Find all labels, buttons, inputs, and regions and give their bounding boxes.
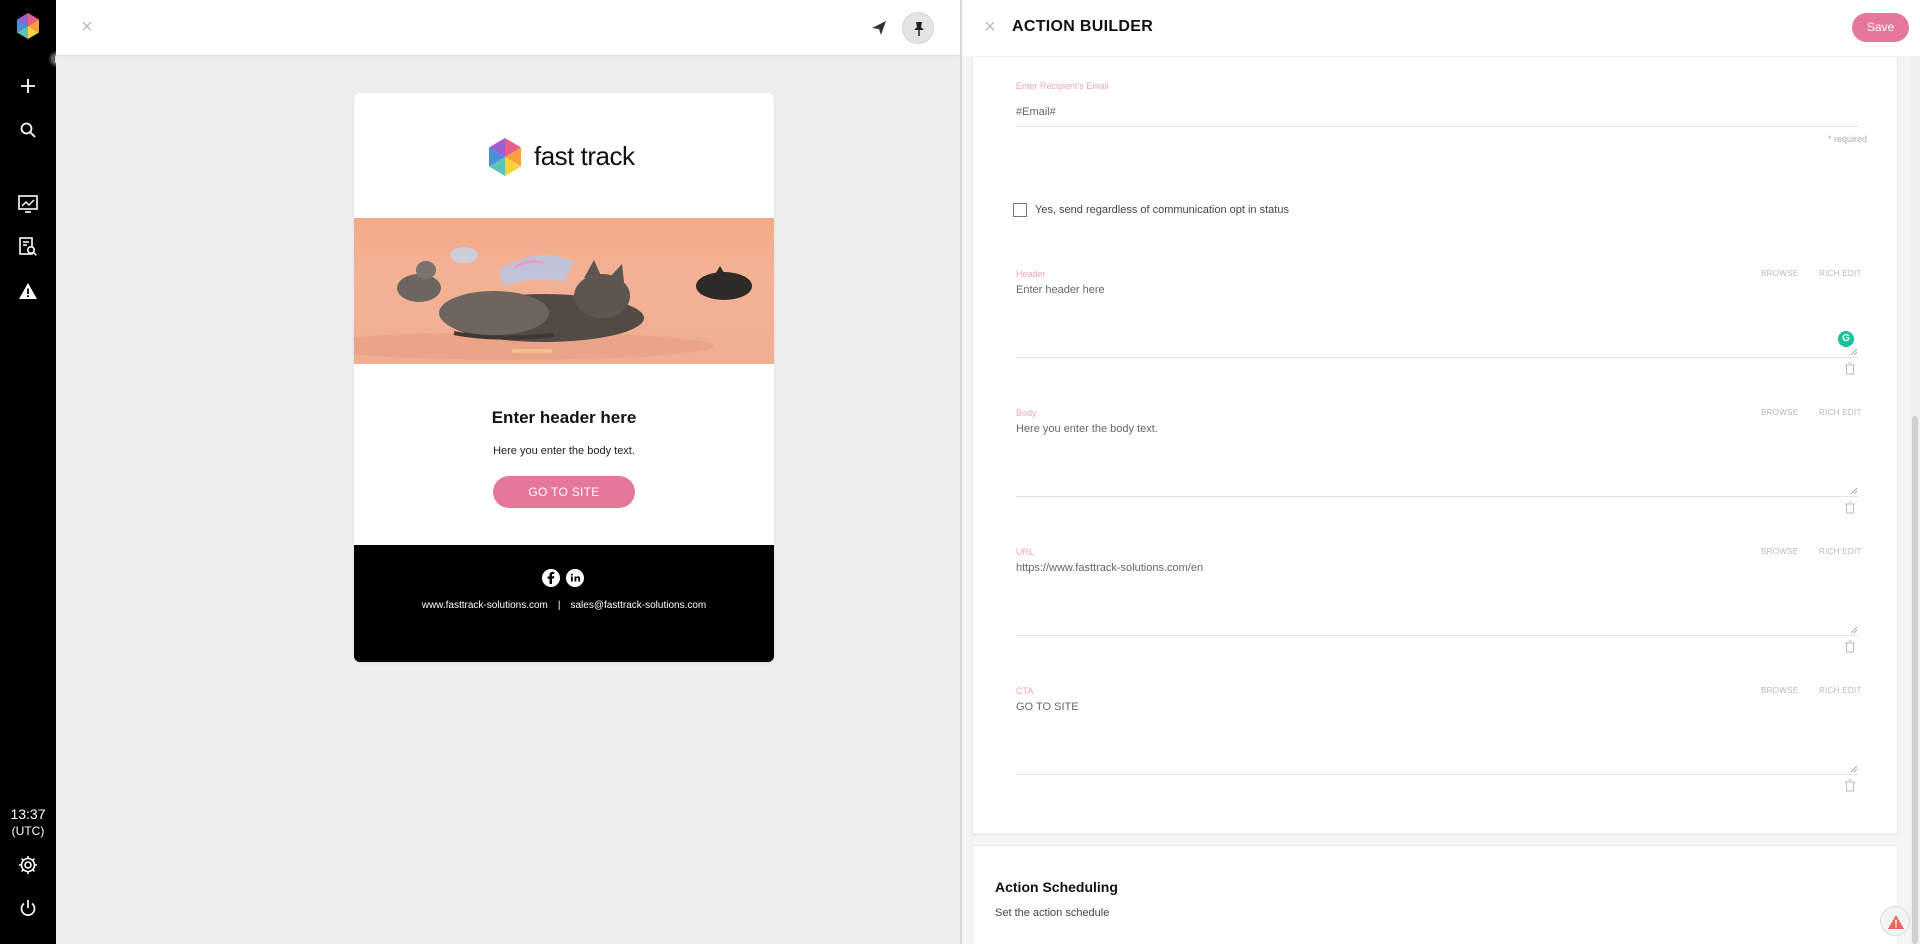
cta-field-label: CTA bbox=[1016, 686, 1034, 696]
logo-icon[interactable] bbox=[14, 12, 42, 40]
resize-handle-icon[interactable] bbox=[1851, 488, 1857, 494]
body-field-label: Body bbox=[1016, 408, 1037, 418]
clock-time: 13:37 bbox=[10, 806, 46, 822]
action-scheduling-section: Action Scheduling Set the action schedul… bbox=[972, 845, 1898, 944]
hero-image bbox=[354, 218, 774, 364]
action-builder-header: × ACTION BUILDER Save bbox=[962, 0, 1920, 56]
alert-triangle-icon[interactable] bbox=[16, 279, 40, 303]
scheduling-title: Action Scheduling bbox=[995, 879, 1118, 895]
resize-handle-icon[interactable] bbox=[1851, 627, 1857, 633]
footer-links: www.fasttrack-solutions.com | sales@fasttr… bbox=[354, 600, 774, 611]
resize-handle-icon[interactable] bbox=[1851, 766, 1857, 772]
url-rich-edit-button[interactable]: RICH EDIT bbox=[1819, 547, 1862, 556]
facebook-icon[interactable] bbox=[542, 569, 560, 587]
recipient-email-label: Enter Recipient's Email bbox=[1016, 81, 1109, 91]
header-browse-button[interactable]: BROWSE bbox=[1761, 269, 1798, 278]
app-sidebar: 13:37 (UTC) bbox=[0, 0, 65, 944]
plus-icon[interactable] bbox=[16, 74, 40, 98]
footer-email-link[interactable]: sales@fasttrack-solutions.com bbox=[571, 600, 707, 611]
url-field-label: URL bbox=[1016, 547, 1035, 557]
action-builder-panel: × ACTION BUILDER Save Enter Recipient's … bbox=[962, 0, 1920, 944]
cta-rich-edit-button[interactable]: RICH EDIT bbox=[1819, 686, 1862, 695]
header-underline bbox=[1016, 357, 1858, 358]
cta-field-input[interactable]: GO TO SITE bbox=[1016, 701, 1079, 713]
email-cta-button[interactable]: GO TO SITE bbox=[493, 476, 635, 508]
footer-separator: | bbox=[557, 600, 561, 611]
page-title: ACTION BUILDER bbox=[1012, 18, 1154, 35]
grammarly-icon[interactable]: G bbox=[1838, 331, 1854, 347]
close-preview-button[interactable]: × bbox=[76, 16, 98, 38]
body-rich-edit-button[interactable]: RICH EDIT bbox=[1819, 408, 1862, 417]
email-footer: www.fasttrack-solutions.com | sales@fasttr… bbox=[354, 545, 774, 662]
scrollbar-thumb[interactable] bbox=[1912, 416, 1918, 944]
email-content-form: Enter Recipient's Email #Email# * requir… bbox=[972, 56, 1898, 834]
trash-icon[interactable] bbox=[1844, 640, 1856, 653]
scheduling-subtitle: Set the action schedule bbox=[995, 907, 1110, 919]
save-button[interactable]: Save bbox=[1852, 13, 1909, 42]
body-underline bbox=[1016, 496, 1858, 497]
cta-underline bbox=[1016, 774, 1858, 775]
opt-status-checkbox[interactable] bbox=[1013, 203, 1027, 217]
resize-handle-icon[interactable] bbox=[1851, 349, 1857, 355]
recipient-email-input[interactable]: #Email# bbox=[1016, 106, 1056, 118]
report-search-icon[interactable] bbox=[16, 235, 40, 259]
email-preview-card: fast track Enter header here Here you en… bbox=[354, 93, 774, 662]
pin-icon bbox=[914, 22, 924, 36]
search-icon[interactable] bbox=[16, 118, 40, 142]
send-icon[interactable] bbox=[869, 18, 889, 38]
preview-toolbar: × bbox=[56, 0, 960, 56]
linkedin-icon[interactable] bbox=[566, 569, 584, 587]
url-field-input[interactable]: https://www.fasttrack-solutions.com/en bbox=[1016, 562, 1203, 574]
warning-icon bbox=[1888, 915, 1904, 929]
trash-icon[interactable] bbox=[1844, 362, 1856, 375]
header-field-input[interactable]: Enter header here bbox=[1016, 284, 1105, 296]
trash-icon[interactable] bbox=[1844, 501, 1856, 514]
vertical-scrollbar[interactable] bbox=[1910, 56, 1920, 944]
close-builder-button[interactable]: × bbox=[979, 16, 1001, 38]
warning-button[interactable] bbox=[1880, 906, 1910, 936]
url-underline bbox=[1016, 635, 1858, 636]
footer-website-link[interactable]: www.fasttrack-solutions.com bbox=[422, 600, 548, 611]
settings-icon[interactable] bbox=[16, 853, 40, 877]
power-icon[interactable] bbox=[16, 896, 40, 920]
trash-icon[interactable] bbox=[1844, 779, 1856, 792]
cta-browse-button[interactable]: BROWSE bbox=[1761, 686, 1798, 695]
email-preview-panel: × fast track Enter header here Here you … bbox=[56, 0, 960, 944]
header-rich-edit-button[interactable]: RICH EDIT bbox=[1819, 269, 1862, 278]
clock-timezone: (UTC) bbox=[11, 824, 45, 838]
opt-status-label[interactable]: Yes, send regardless of communication op… bbox=[1035, 204, 1289, 216]
cats-image bbox=[354, 247, 752, 360]
email-header-text: Enter header here bbox=[491, 408, 637, 427]
brand-name: fast track bbox=[534, 141, 635, 171]
header-field-label: Header bbox=[1016, 269, 1046, 279]
email-body-text: Here you enter the body text. bbox=[493, 445, 635, 457]
body-browse-button[interactable]: BROWSE bbox=[1761, 408, 1798, 417]
clock-display: 13:37 (UTC) bbox=[0, 806, 56, 840]
pin-button[interactable] bbox=[902, 12, 934, 44]
brand-logo-icon bbox=[489, 138, 521, 176]
dashboard-icon[interactable] bbox=[16, 192, 40, 216]
body-field-input[interactable]: Here you enter the body text. bbox=[1016, 423, 1158, 435]
recipient-underline bbox=[1016, 126, 1858, 127]
required-note: * required bbox=[1827, 134, 1867, 144]
url-browse-button[interactable]: BROWSE bbox=[1761, 547, 1798, 556]
